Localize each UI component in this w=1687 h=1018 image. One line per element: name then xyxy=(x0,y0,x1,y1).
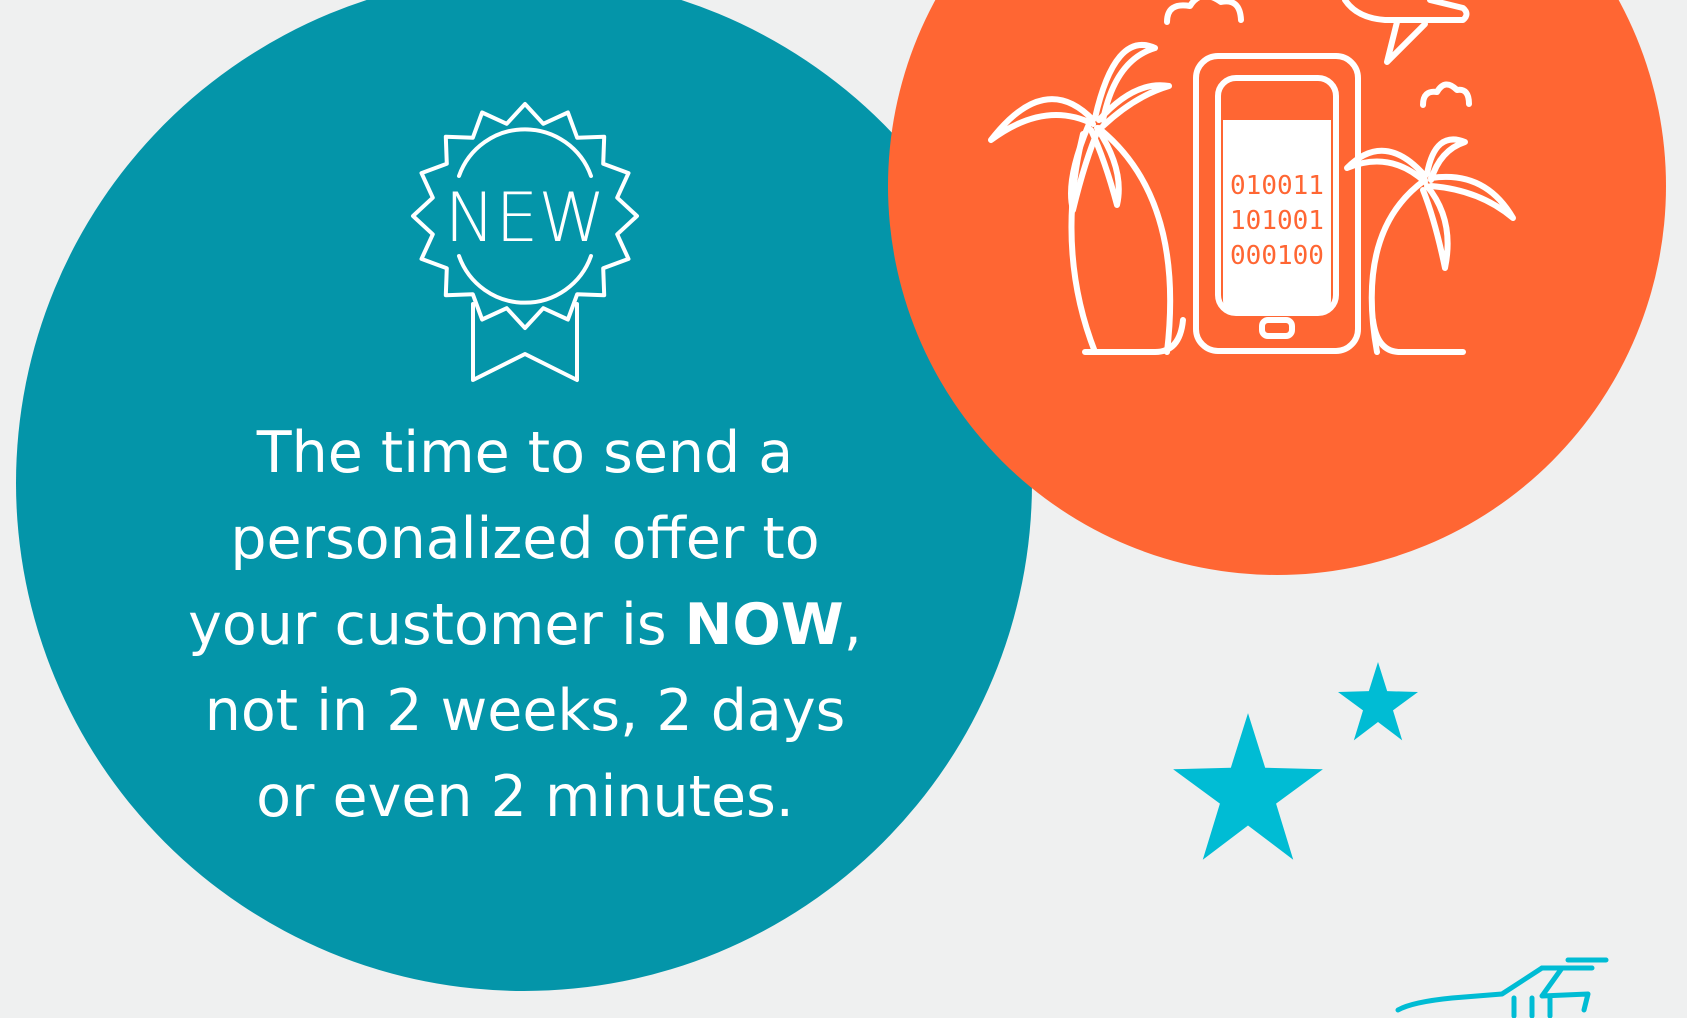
offer-message: The time to send a personalized offer to… xyxy=(140,410,910,840)
airplane-icon xyxy=(1342,0,1470,65)
star-icon xyxy=(1173,713,1323,860)
palm-tree-icon xyxy=(988,41,1174,355)
new-badge-icon: NEW xyxy=(411,102,639,382)
binary-line: 000100 xyxy=(1230,241,1324,271)
message-text: , xyxy=(843,592,862,658)
binary-line: 101001 xyxy=(1230,206,1324,236)
message-line: or even 2 minutes. xyxy=(256,764,794,830)
message-text: your customer is xyxy=(188,592,685,658)
airplane-icon xyxy=(1395,957,1609,1018)
cloud-icon xyxy=(1164,0,1244,25)
palm-tree-icon xyxy=(1344,136,1516,355)
star-icon xyxy=(1338,662,1418,741)
message-line: not in 2 weeks, 2 days xyxy=(204,678,846,744)
badge-label: NEW xyxy=(444,179,605,258)
message-line: personalized offer to xyxy=(230,506,820,572)
message-line: your customer is NOW, xyxy=(140,582,910,668)
emphasis-now: NOW xyxy=(684,592,844,658)
cloud-icon xyxy=(1420,81,1472,108)
message-line: The time to send a xyxy=(256,420,794,486)
phone-palm-scene: 010011 101001 000100 xyxy=(988,0,1516,355)
binary-line: 010011 xyxy=(1230,171,1324,201)
